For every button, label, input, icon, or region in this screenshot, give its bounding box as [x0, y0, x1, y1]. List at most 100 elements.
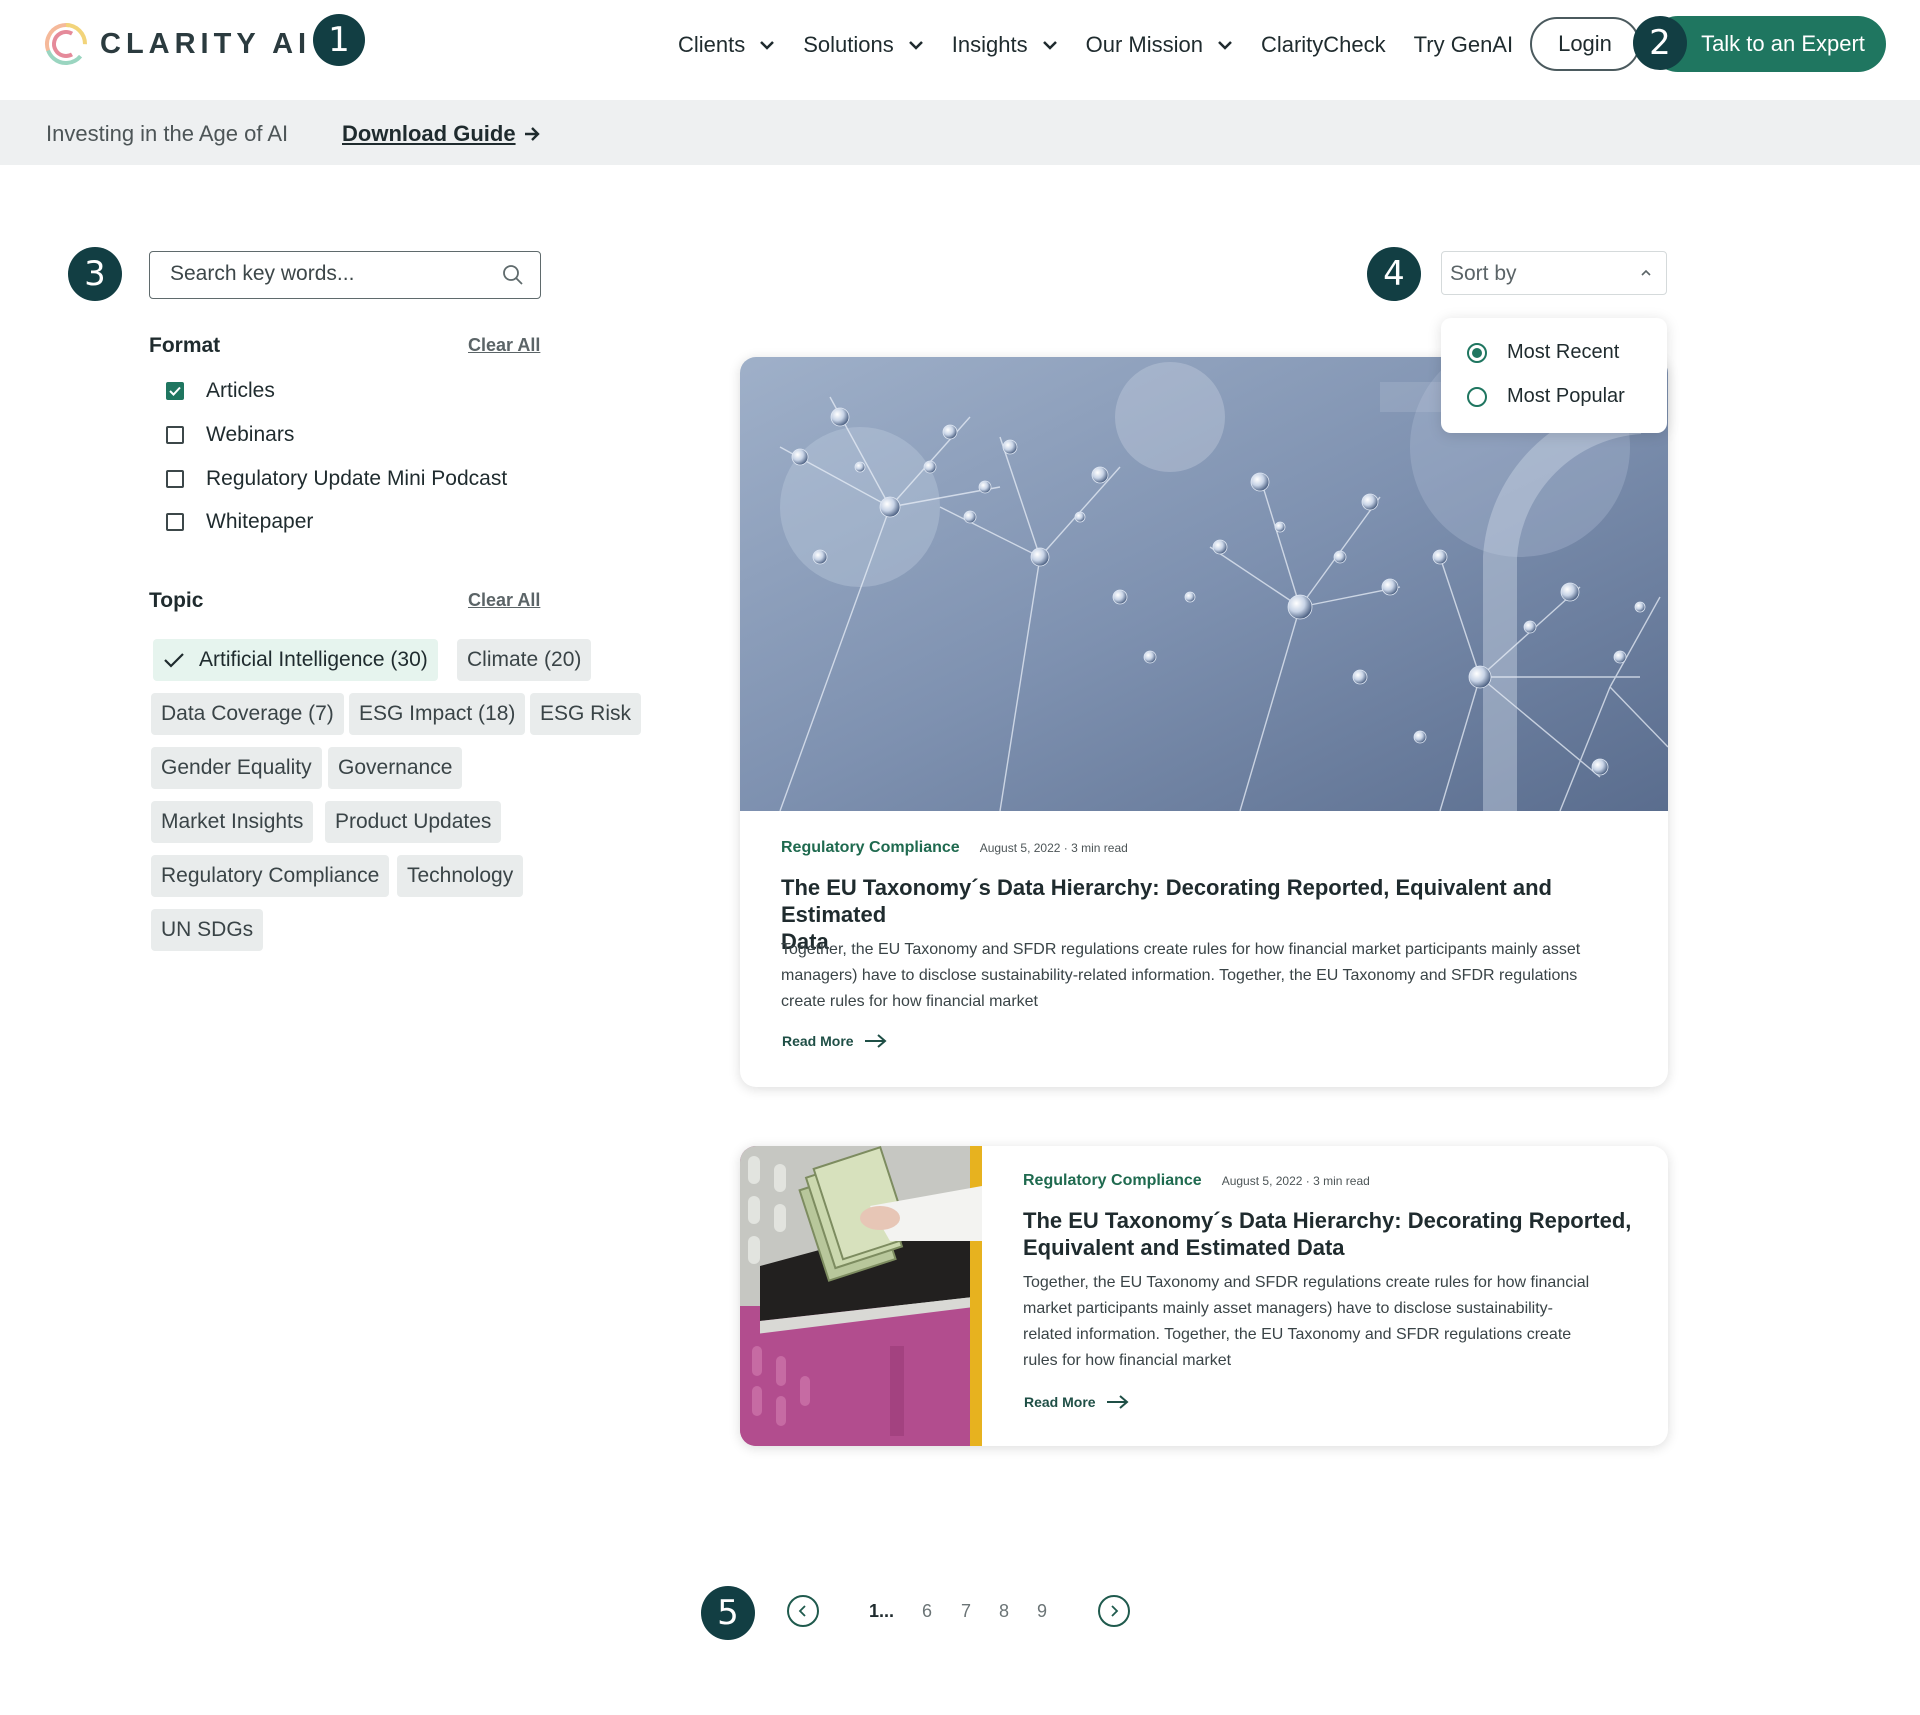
checkbox-checked-icon[interactable]: [166, 382, 184, 400]
article-image[interactable]: [740, 1146, 982, 1446]
topic-chip-ai[interactable]: Artificial Intelligence (30): [153, 639, 438, 681]
search-input[interactable]: [170, 252, 490, 296]
topic-chip-technology[interactable]: Technology: [397, 855, 524, 897]
article-description: Together, the EU Taxonomy and SFDR regul…: [1023, 1270, 1643, 1374]
main-nav: Clients Solutions Insights Our Mission C…: [678, 22, 1541, 68]
format-option-label: Whitepaper: [206, 510, 314, 533]
page-number[interactable]: 8: [999, 1601, 1009, 1622]
article-meta: Regulatory Compliance August 5, 2022 · 3…: [781, 839, 1128, 857]
topic-filter-title: Topic: [149, 589, 204, 612]
page-number[interactable]: 1...: [869, 1601, 894, 1622]
format-option-articles[interactable]: Articles: [166, 379, 275, 403]
sort-option-label: Most Popular: [1507, 385, 1625, 407]
topic-chip-market-insights[interactable]: Market Insights: [151, 801, 314, 843]
page-number[interactable]: 6: [922, 1601, 932, 1622]
format-filter-title: Format: [149, 334, 221, 357]
sort-option-most-popular[interactable]: Most Popular: [1467, 385, 1625, 408]
radio-icon[interactable]: [1467, 386, 1487, 407]
article-title[interactable]: The EU Taxonomy´s Data Hierarchy: Decora…: [1023, 1207, 1643, 1261]
article-desc-line: related information. Together, the EU Ta…: [1023, 1326, 1572, 1343]
read-more-link[interactable]: Read More: [1024, 1394, 1130, 1410]
radio-selected-icon[interactable]: [1467, 342, 1487, 363]
nav-clients-label: Clients: [678, 32, 746, 57]
read-more-label: Read More: [782, 1033, 854, 1049]
topic-chip-product-updates[interactable]: Product Updates: [325, 801, 502, 843]
nav-our-mission[interactable]: Our Mission: [1086, 32, 1233, 58]
sort-dropdown[interactable]: Sort by: [1441, 251, 1667, 295]
checkbox-icon[interactable]: [166, 426, 184, 444]
login-button[interactable]: Login: [1530, 17, 1640, 71]
clarity-ai-logo[interactable]: CLARITY AI: [44, 20, 311, 68]
nav-try-genai[interactable]: Try GenAI: [1414, 32, 1513, 58]
chevron-down-icon: [760, 41, 775, 50]
article-desc-line: create rules for how financial market: [781, 993, 1038, 1010]
nav-clients[interactable]: Clients: [678, 32, 775, 58]
step-marker-5: 5: [701, 1586, 755, 1640]
search-icon[interactable]: [502, 264, 524, 286]
chevron-up-icon: [1641, 269, 1651, 276]
topic-clear-all[interactable]: Clear All: [468, 590, 540, 611]
site-header: CLARITY AI 1 Clients Solutions Insights …: [0, 0, 1920, 100]
article-date: August 5, 2022 · 3 min read: [979, 841, 1128, 855]
article-card[interactable]: Regulatory Compliance August 5, 2022 · 3…: [740, 357, 1668, 1087]
nav-claritycheck[interactable]: ClarityCheck: [1261, 32, 1386, 58]
article-card[interactable]: Regulatory Compliance August 5, 2022 · 3…: [740, 1146, 1668, 1446]
article-desc-line: Together, the EU Taxonomy and SFDR regul…: [1023, 1274, 1590, 1291]
read-more-link[interactable]: Read More: [782, 1033, 888, 1049]
download-guide-link[interactable]: Download Guide: [342, 121, 516, 147]
topic-chip-esg-risk[interactable]: ESG Risk: [530, 693, 642, 735]
article-title-line: Equivalent and Estimated Data: [1023, 1235, 1345, 1260]
article-desc-line: market participants mainly asset manager…: [1023, 1300, 1554, 1317]
article-date: August 5, 2022 · 3 min read: [1221, 1174, 1370, 1188]
topic-chip-climate[interactable]: Climate (20): [457, 639, 592, 681]
nav-solutions[interactable]: Solutions: [803, 32, 924, 58]
topic-chip-un-sdgs[interactable]: UN SDGs: [151, 909, 264, 951]
format-option-label: Webinars: [206, 423, 295, 446]
sort-option-most-recent[interactable]: Most Recent: [1467, 341, 1619, 364]
banner-text: Investing in the Age of AI: [46, 121, 289, 146]
arrow-right-icon[interactable]: [522, 124, 542, 144]
prev-page-button[interactable]: [787, 1595, 819, 1627]
sort-label: Sort by: [1450, 262, 1517, 285]
search-box: [149, 251, 541, 299]
page-number[interactable]: 9: [1037, 1601, 1047, 1622]
checkbox-icon[interactable]: [166, 513, 184, 531]
format-option-podcast[interactable]: Regulatory Update Mini Podcast: [166, 467, 507, 491]
format-option-webinars[interactable]: Webinars: [166, 423, 294, 447]
format-option-label: Articles: [206, 379, 275, 402]
chevron-down-icon: [908, 41, 923, 50]
step-marker-2: 2: [1633, 16, 1687, 70]
sort-menu: Most Recent Most Popular: [1441, 318, 1667, 433]
topic-chip-regulatory-compliance[interactable]: Regulatory Compliance: [151, 855, 390, 897]
step-marker-1: 1: [313, 14, 365, 66]
nav-insights[interactable]: Insights: [952, 32, 1058, 58]
topic-chip-gender-equality[interactable]: Gender Equality: [151, 747, 322, 789]
chevron-left-icon: [798, 1605, 806, 1617]
arrow-right-icon: [1106, 1395, 1129, 1409]
nav-insights-label: Insights: [951, 32, 1028, 57]
logo-mark-icon: [45, 23, 87, 65]
checkbox-icon[interactable]: [166, 470, 184, 488]
step-marker-4: 4: [1367, 247, 1421, 301]
format-option-whitepaper[interactable]: Whitepaper: [166, 510, 313, 534]
article-category[interactable]: Regulatory Compliance: [1023, 1172, 1202, 1190]
topic-chip-data-coverage[interactable]: Data Coverage (7): [151, 693, 344, 735]
logo-text: CLARITY AI: [100, 27, 312, 60]
arrow-right-icon: [864, 1034, 887, 1048]
format-clear-all[interactable]: Clear All: [468, 335, 540, 356]
topic-chip-governance[interactable]: Governance: [328, 747, 463, 789]
check-icon: [164, 653, 184, 668]
article-title-line: The EU Taxonomy´s Data Hierarchy: Decora…: [781, 875, 1552, 927]
chevron-down-icon: [1218, 41, 1232, 50]
topic-chip-esg-impact[interactable]: ESG Impact (18): [349, 693, 526, 735]
next-page-button[interactable]: [1098, 1595, 1130, 1627]
topic-chip-label: Artificial Intelligence (30): [199, 648, 428, 671]
article-category[interactable]: Regulatory Compliance: [781, 839, 960, 857]
step-marker-3: 3: [68, 247, 122, 301]
nav-our-mission-label: Our Mission: [1085, 32, 1203, 57]
format-option-label: Regulatory Update Mini Podcast: [206, 467, 508, 490]
announcement-bar: Investing in the Age of AI Download Guid…: [0, 100, 1920, 165]
page-number[interactable]: 7: [961, 1601, 971, 1622]
article-title-line: The EU Taxonomy´s Data Hierarchy: Decora…: [1023, 1208, 1632, 1233]
sort-option-label: Most Recent: [1507, 341, 1620, 363]
